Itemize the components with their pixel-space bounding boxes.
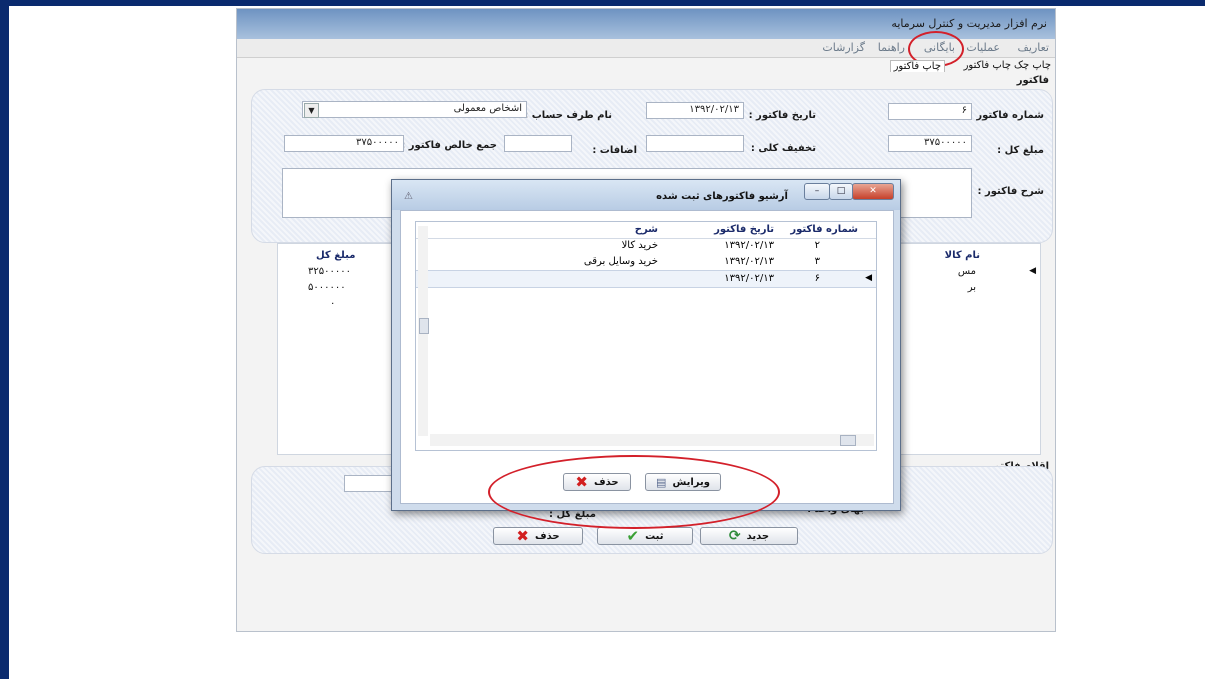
scrollbar-thumb[interactable] (419, 318, 429, 334)
tab-print-check[interactable]: چاپ چک (1014, 60, 1051, 71)
cell-invoice-date: ۱۳۹۲/۰۲/۱۳ (724, 273, 774, 284)
account-value: اشخاص معمولی (453, 103, 522, 114)
menu-item-help[interactable]: راهنما (878, 41, 905, 54)
cell-invoice-no: ۳ (814, 256, 820, 267)
account-combobox[interactable]: اشخاص معمولی ▼ (302, 101, 527, 118)
dialog-title: آرشیو فاکتورهای ثبت شده (656, 191, 788, 202)
warning-icon: ⚠ (404, 191, 413, 202)
invoice-date-label: تاریخ فاکتور : (748, 110, 816, 121)
total-label: مبلغ کل : (997, 145, 1044, 156)
grid-cell-amount[interactable]: ۵۰۰۰۰۰۰ (308, 282, 346, 293)
column-header-invoice-date: تاریخ فاکتور (714, 224, 774, 235)
cell-description: خرید وسایل برقی (583, 256, 658, 267)
table-row[interactable]: ۳ ۱۳۹۲/۰۲/۱۳ خرید وسایل برقی (416, 254, 876, 270)
total-field[interactable]: ۳۷۵۰۰۰۰۰ (888, 135, 972, 152)
highlight-ellipse-dialog-buttons (488, 455, 780, 529)
new-button-label: جدید (746, 530, 770, 542)
discount-label: تخفیف کلی : (750, 143, 816, 154)
section-title-invoice: فاکتور (1016, 75, 1049, 86)
description-label: شرح فاکتور : (977, 186, 1044, 197)
scrollbar-thumb[interactable] (840, 435, 856, 446)
row-pointer-icon: ◀ (865, 273, 872, 283)
save-button-label: ثبت (645, 530, 664, 542)
invoice-date-field[interactable]: ۱۳۹۲/۰۲/۱۳ (646, 102, 744, 119)
grid-cell-item-name[interactable]: بر (968, 282, 976, 293)
top-background-strip (0, 0, 1205, 6)
cell-invoice-date: ۱۳۹۲/۰۲/۱۳ (724, 256, 774, 267)
tab-print-invoice-1[interactable]: چاپ فاکتور (964, 60, 1011, 71)
horizontal-scrollbar[interactable] (430, 434, 874, 446)
invoice-number-field[interactable]: ۶ (888, 103, 972, 120)
window-title: نرم افزار مدیریت و کنترل سرمایه (891, 17, 1047, 30)
column-header-description: شرح (634, 224, 658, 235)
cell-invoice-no: ۲ (814, 240, 820, 251)
net-total-label: جمع خالص فاکتور : (401, 140, 497, 151)
additions-field[interactable] (504, 135, 572, 152)
column-header-total: مبلغ کل (316, 250, 356, 261)
table-row[interactable]: ۲ ۱۳۹۲/۰۲/۱۳ خرید کالا (416, 238, 876, 254)
invoice-number-label: شماره فاکتور : (968, 110, 1044, 121)
delete-button-label: حذف (534, 530, 560, 542)
additions-label: اضافات : (592, 145, 637, 156)
cell-invoice-date: ۱۳۹۲/۰۲/۱۳ (724, 240, 774, 251)
x-icon: ✖ (516, 526, 529, 545)
checkmark-icon: ✔ (626, 526, 640, 545)
tab-print-invoice-2[interactable]: چاپ فاکتور (889, 60, 945, 72)
close-icon[interactable]: ✕ (852, 183, 894, 200)
cell-description: خرید کالا (621, 240, 658, 251)
new-button[interactable]: جدید ⟳ (700, 527, 798, 545)
grid-cell-item-name[interactable]: مس (958, 266, 976, 277)
delete-button[interactable]: حذف ✖ (493, 527, 583, 545)
dialog-title-bar: آرشیو فاکتورهای ثبت شده – □ ✕ ⚠ (392, 180, 900, 210)
menu-item-operations[interactable]: عملیات (966, 41, 1000, 54)
table-row-selected[interactable]: ۶ ۱۳۹۲/۰۲/۱۳ ◀ (416, 270, 876, 288)
vertical-scrollbar[interactable] (418, 226, 429, 436)
minimize-icon[interactable]: – (804, 183, 830, 200)
archive-grid-header: شماره فاکتور تاریخ فاکتور شرح (416, 222, 876, 239)
maximize-icon[interactable]: □ (829, 183, 853, 200)
archive-grid: شماره فاکتور تاریخ فاکتور شرح ۲ ۱۳۹۲/۰۲/… (415, 221, 877, 451)
discount-field[interactable] (646, 135, 744, 152)
account-label: نام طرف حساب : (524, 110, 612, 121)
menu-item-definitions[interactable]: تعاریف (1018, 41, 1049, 54)
chevron-down-icon[interactable]: ▼ (304, 103, 319, 118)
grid-cell-amount[interactable]: ۳۲۵۰۰۰۰۰ (308, 266, 351, 277)
grid-cell-amount[interactable]: ۰ (330, 298, 335, 309)
column-header-item-name: نام کالا (944, 250, 980, 261)
net-total-field[interactable]: ۳۷۵۰۰۰۰۰ (284, 135, 404, 152)
row-pointer-icon: ◀ (1029, 266, 1036, 276)
menu-item-reports[interactable]: گزارشات (822, 41, 865, 54)
refresh-icon: ⟳ (728, 528, 741, 544)
save-button[interactable]: ثبت ✔ (597, 527, 693, 545)
column-header-invoice-no: شماره فاکتور (790, 224, 858, 235)
left-background-strip (0, 0, 9, 679)
cell-invoice-no: ۶ (814, 273, 820, 284)
